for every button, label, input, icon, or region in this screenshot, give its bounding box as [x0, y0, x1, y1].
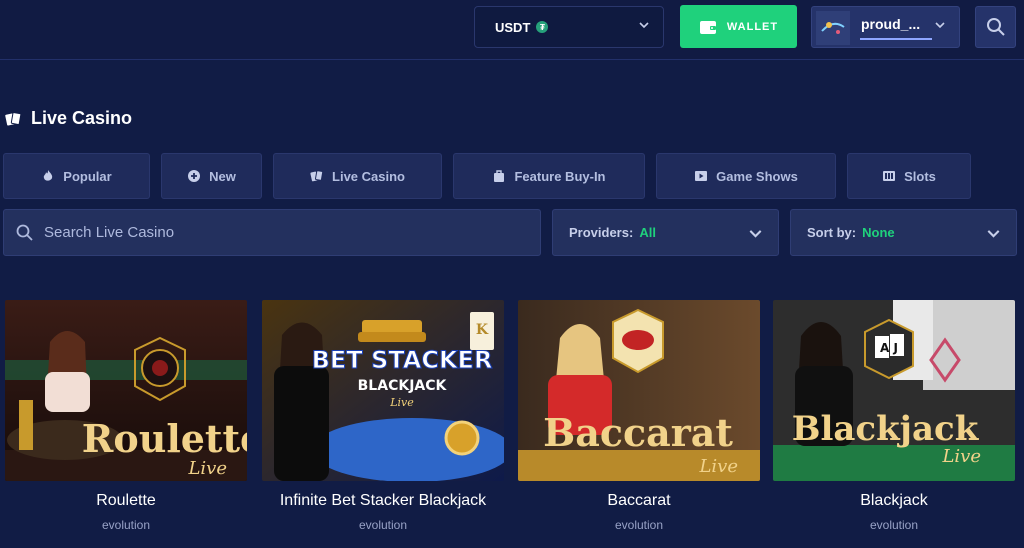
game-thumbnail[interactable]: Baccarat Live [518, 300, 760, 481]
game-card-blackjack[interactable]: A J Blackjack Live Blackjack evolution [773, 300, 1015, 532]
wallet-label: WALLET [726, 20, 779, 33]
card-letter: K [476, 322, 489, 338]
game-card-bet-stacker-blackjack[interactable]: BET STACKER BLACKJACK Live K Infinite Be… [262, 300, 504, 532]
art-line2: BLACKJACK [358, 378, 448, 394]
sort-dropdown[interactable]: Sort by: None [790, 209, 1017, 256]
art-title: BET STACKER [312, 346, 493, 374]
fire-icon [44, 170, 53, 181]
game-provider: evolution [358, 518, 408, 532]
tab-label: New [209, 168, 236, 184]
art-title: Roulette [82, 416, 247, 461]
chevron-down-icon [639, 22, 649, 29]
art-subtitle: Live [698, 456, 738, 477]
game-card-baccarat[interactable]: Baccarat Live Baccarat evolution [518, 300, 760, 532]
section-heading: Live Casino [5, 108, 132, 129]
game-thumbnail[interactable]: Roulette Live [5, 300, 247, 481]
username-underline [860, 38, 932, 40]
bet-stacker-artwork: BET STACKER BLACKJACK Live K [262, 300, 504, 481]
game-title[interactable]: Infinite Bet Stacker Blackjack [262, 492, 504, 510]
game-title[interactable]: Blackjack [773, 492, 1015, 510]
tab-live-casino[interactable]: Live Casino [273, 153, 442, 199]
tab-game-shows[interactable]: Game Shows [656, 153, 836, 199]
plus-circle-icon [188, 170, 201, 182]
tab-popular[interactable]: Popular [3, 153, 150, 199]
wallet-icon [699, 20, 716, 34]
avatar [816, 11, 850, 45]
chevron-down-icon [987, 229, 1000, 238]
tether-icon: ₮ [536, 21, 549, 33]
chevron-down-icon [749, 229, 762, 238]
blackjack-artwork: A J Blackjack Live [773, 300, 1015, 481]
baccarat-artwork: Baccarat Live [518, 300, 760, 481]
game-thumbnail[interactable]: A J Blackjack Live [773, 300, 1015, 481]
tab-feature-buy-in[interactable]: Feature Buy-In [453, 153, 645, 199]
art-subtitle: Live [389, 396, 414, 409]
art-title: Blackjack [792, 409, 980, 449]
providers-value: All [639, 225, 656, 240]
wallet-button[interactable]: WALLET [680, 5, 797, 48]
sort-label: Sort by: [807, 225, 857, 240]
game-title[interactable]: Baccarat [518, 492, 760, 510]
search-field[interactable] [3, 209, 541, 256]
game-title[interactable]: Roulette [5, 492, 247, 510]
search-button[interactable] [975, 6, 1016, 48]
cards-icon [5, 111, 21, 126]
cards-icon [310, 170, 324, 182]
game-card-roulette[interactable]: Roulette Live Roulette evolution [5, 300, 247, 532]
art-subtitle: Live [941, 446, 981, 467]
providers-dropdown[interactable]: Providers: All [552, 209, 779, 256]
game-provider: evolution [101, 518, 151, 532]
currency-label: USDT [495, 19, 531, 35]
top-bar: USDT ₮ WALLET proud_... [0, 0, 1024, 60]
art-subtitle: Live [187, 458, 227, 479]
tab-label: Popular [63, 168, 112, 184]
tab-label: Feature Buy-In [514, 168, 606, 184]
tab-label: Slots [904, 168, 936, 184]
sort-value: None [862, 225, 895, 240]
page-title: Live Casino [31, 108, 133, 128]
tab-new[interactable]: New [161, 153, 262, 199]
providers-label: Providers: [569, 225, 634, 240]
roulette-artwork: Roulette Live [5, 300, 247, 481]
avatar-icon [816, 11, 850, 45]
tab-label: Game Shows [716, 168, 798, 184]
bag-icon [494, 170, 505, 182]
search-input[interactable] [44, 224, 524, 241]
tab-slots[interactable]: Slots [847, 153, 971, 199]
search-icon [16, 224, 33, 241]
play-icon [695, 171, 708, 181]
slots-icon [883, 171, 896, 181]
user-menu[interactable]: proud_... [811, 6, 960, 48]
game-thumbnail[interactable]: BET STACKER BLACKJACK Live K [262, 300, 504, 481]
tab-label: Live Casino [332, 168, 405, 184]
search-icon [986, 18, 1005, 36]
currency-select[interactable]: USDT ₮ [474, 6, 664, 48]
art-title: Baccarat [543, 410, 733, 455]
chevron-down-icon [935, 22, 945, 29]
game-provider: evolution [869, 518, 919, 532]
art-cards: A J [880, 341, 898, 355]
username: proud_... [861, 16, 921, 32]
game-provider: evolution [614, 518, 664, 532]
